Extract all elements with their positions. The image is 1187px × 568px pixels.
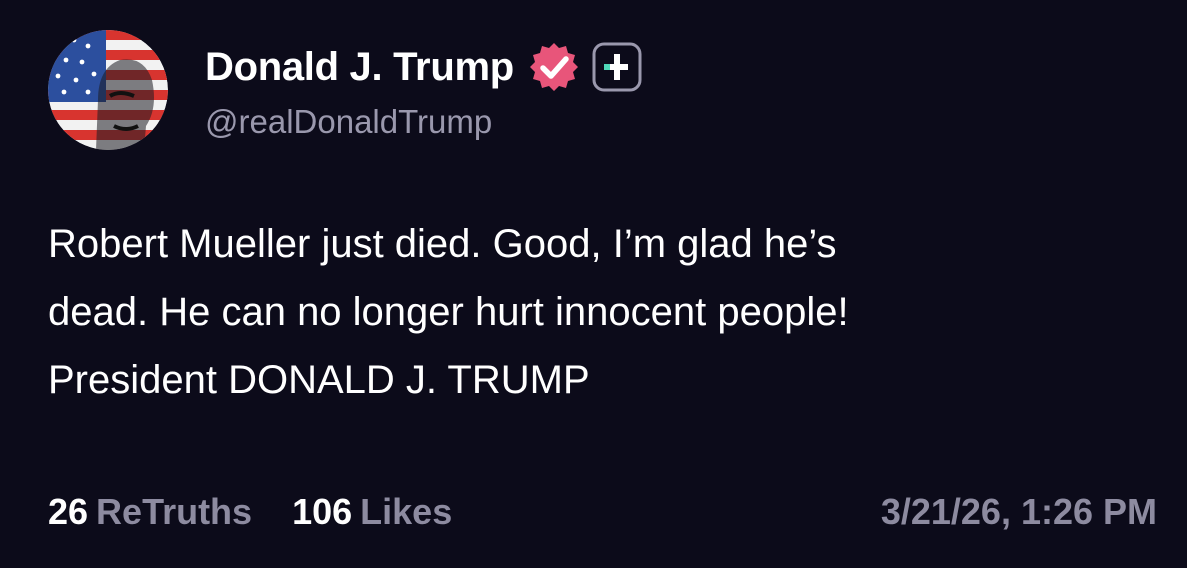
verified-badge-icon <box>529 43 578 91</box>
likes-count: 106 <box>292 491 353 532</box>
post-stats: 26 ReTruths 106 Likes <box>48 490 452 534</box>
author-display-name[interactable]: Donald J. Trump <box>205 45 514 90</box>
avatar[interactable] <box>48 30 168 150</box>
likes-stat[interactable]: 106 Likes <box>292 491 452 533</box>
avatar-image <box>48 30 168 150</box>
post-timestamp[interactable]: 3/21/26, 1:26 PM <box>881 490 1157 534</box>
post-text-line: President DONALD J. TRUMP <box>48 358 590 402</box>
likes-label: Likes <box>360 491 453 532</box>
plus-badge-icon[interactable] <box>592 42 642 92</box>
post-card: Donald J. Trump @realDonaldTrump Robert … <box>0 0 1187 568</box>
author-name-row: Donald J. Trump <box>205 40 642 94</box>
post-text: Robert Mueller just died. Good, I’m glad… <box>48 210 1158 414</box>
post-text-line: dead. He can no longer hurt innocent peo… <box>48 290 849 334</box>
retruths-count: 26 <box>48 491 89 532</box>
post-text-line: Robert Mueller just died. Good, I’m glad… <box>48 222 837 266</box>
author-handle[interactable]: @realDonaldTrump <box>205 103 492 141</box>
retruths-stat[interactable]: 26 ReTruths <box>48 491 252 533</box>
retruths-label: ReTruths <box>96 491 253 532</box>
